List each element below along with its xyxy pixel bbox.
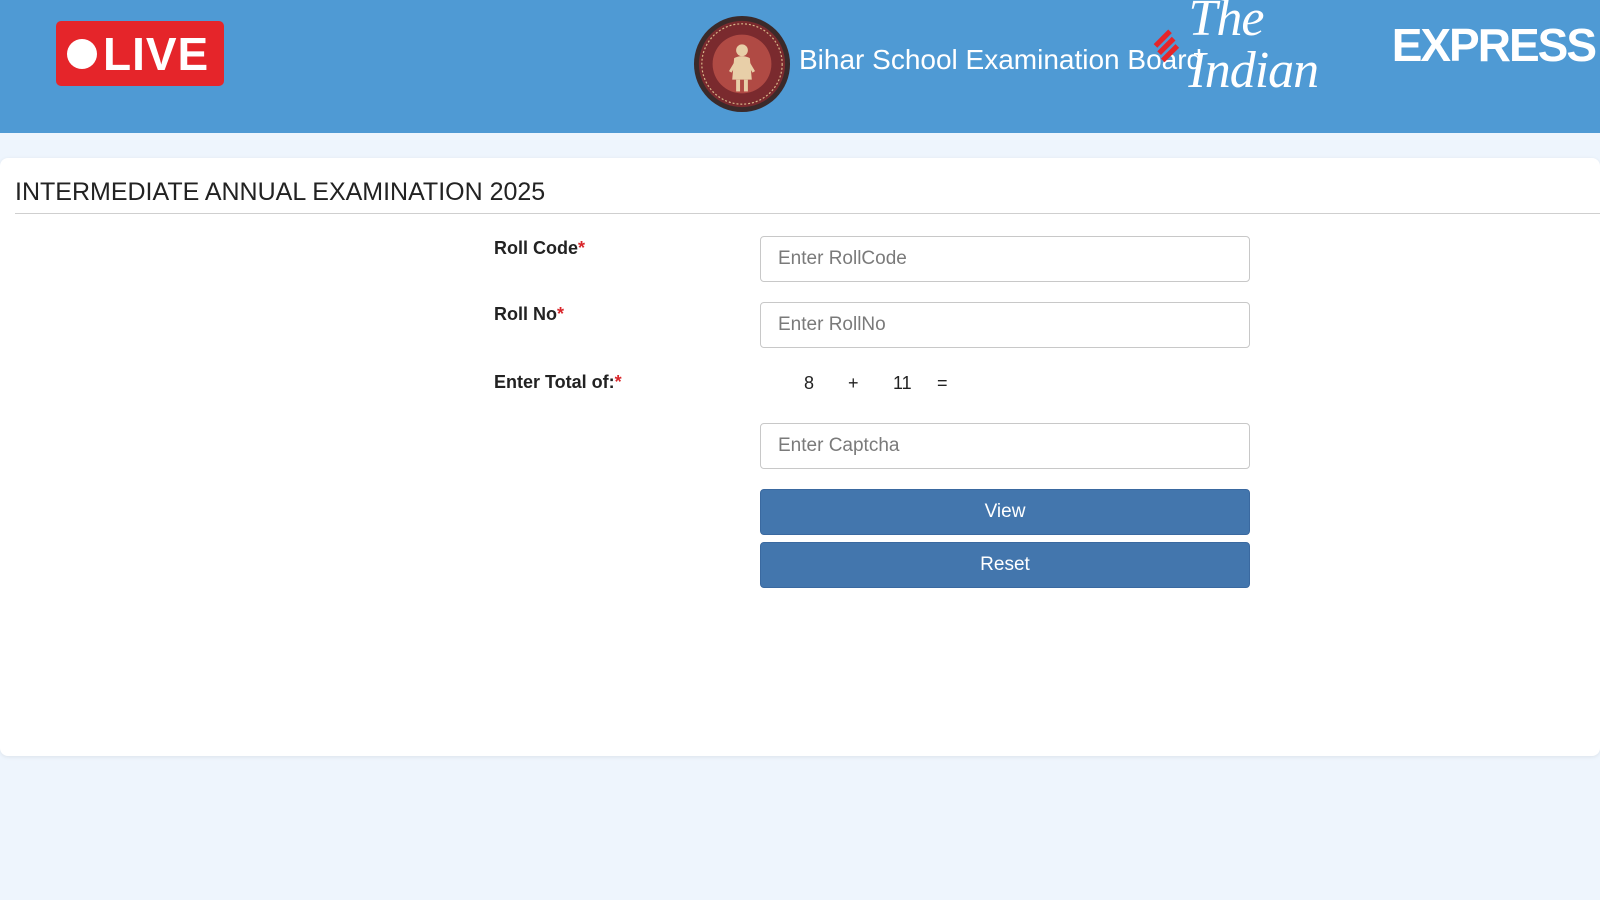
board-title: Bihar School Examination Board <box>799 44 1203 75</box>
required-mark: * <box>614 372 622 392</box>
brand-express: EXPRESS <box>1391 19 1597 71</box>
roll-code-label: Roll Code* <box>494 238 586 258</box>
result-form-card: INTERMEDIATE ANNUAL EXAMINATION 2025 Rol… <box>0 158 1600 756</box>
view-button[interactable]: View <box>760 489 1250 535</box>
reset-button[interactable]: Reset <box>760 542 1250 588</box>
page-title: INTERMEDIATE ANNUAL EXAMINATION 2025 <box>15 178 546 206</box>
required-mark: * <box>578 238 586 258</box>
captcha-label: Enter Total of:* <box>494 372 622 392</box>
title-divider <box>15 213 1600 214</box>
captcha-equals: = <box>937 373 948 393</box>
captcha-input[interactable] <box>760 423 1250 469</box>
required-mark: * <box>557 304 565 324</box>
indian-express-logo: The Indian EXPRESS <box>1150 0 1597 97</box>
captcha-operator: + <box>848 373 859 393</box>
live-badge: LIVE <box>56 21 224 86</box>
indian-express-mark-icon <box>1153 29 1180 63</box>
roll-code-input[interactable] <box>760 236 1250 282</box>
brand-the-indian: The Indian <box>1188 0 1319 99</box>
bseb-emblem-icon <box>693 15 791 113</box>
roll-no-input[interactable] <box>760 302 1250 348</box>
live-dot-icon <box>67 38 97 69</box>
captcha-operand-b: 11 <box>893 373 912 393</box>
site-header: LIVE Bihar School Examination Board The … <box>0 0 1600 133</box>
captcha-operand-a: 8 <box>804 373 815 393</box>
live-label: LIVE <box>103 27 210 80</box>
roll-no-label: Roll No* <box>494 304 565 324</box>
